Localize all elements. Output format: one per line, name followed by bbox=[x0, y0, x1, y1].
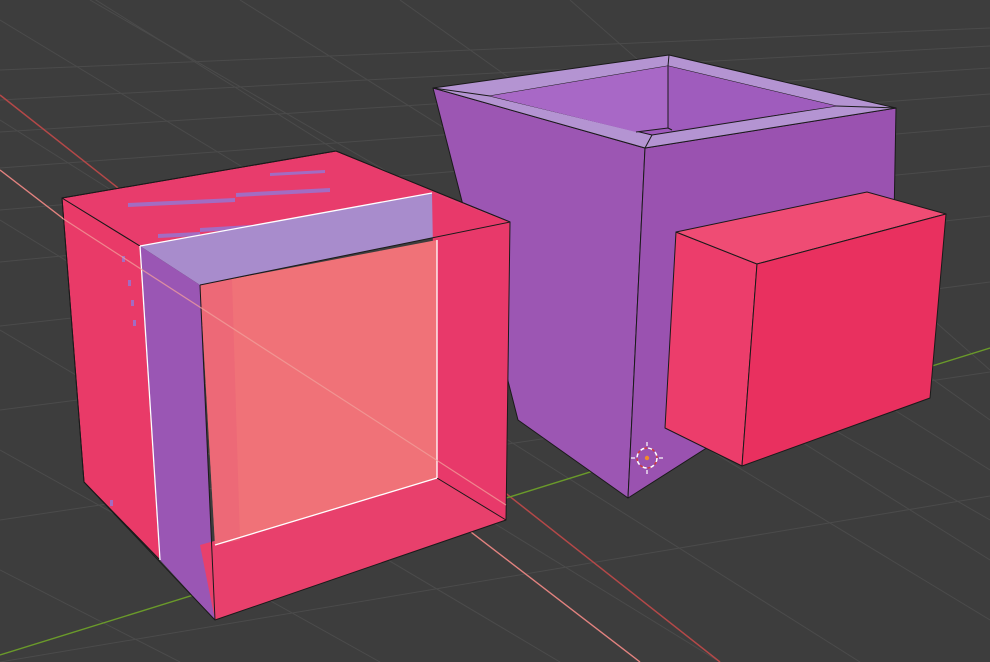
small-block-left-face bbox=[664, 231, 758, 467]
left-cube-right-face bbox=[432, 193, 510, 520]
3d-viewport[interactable] bbox=[0, 0, 990, 662]
